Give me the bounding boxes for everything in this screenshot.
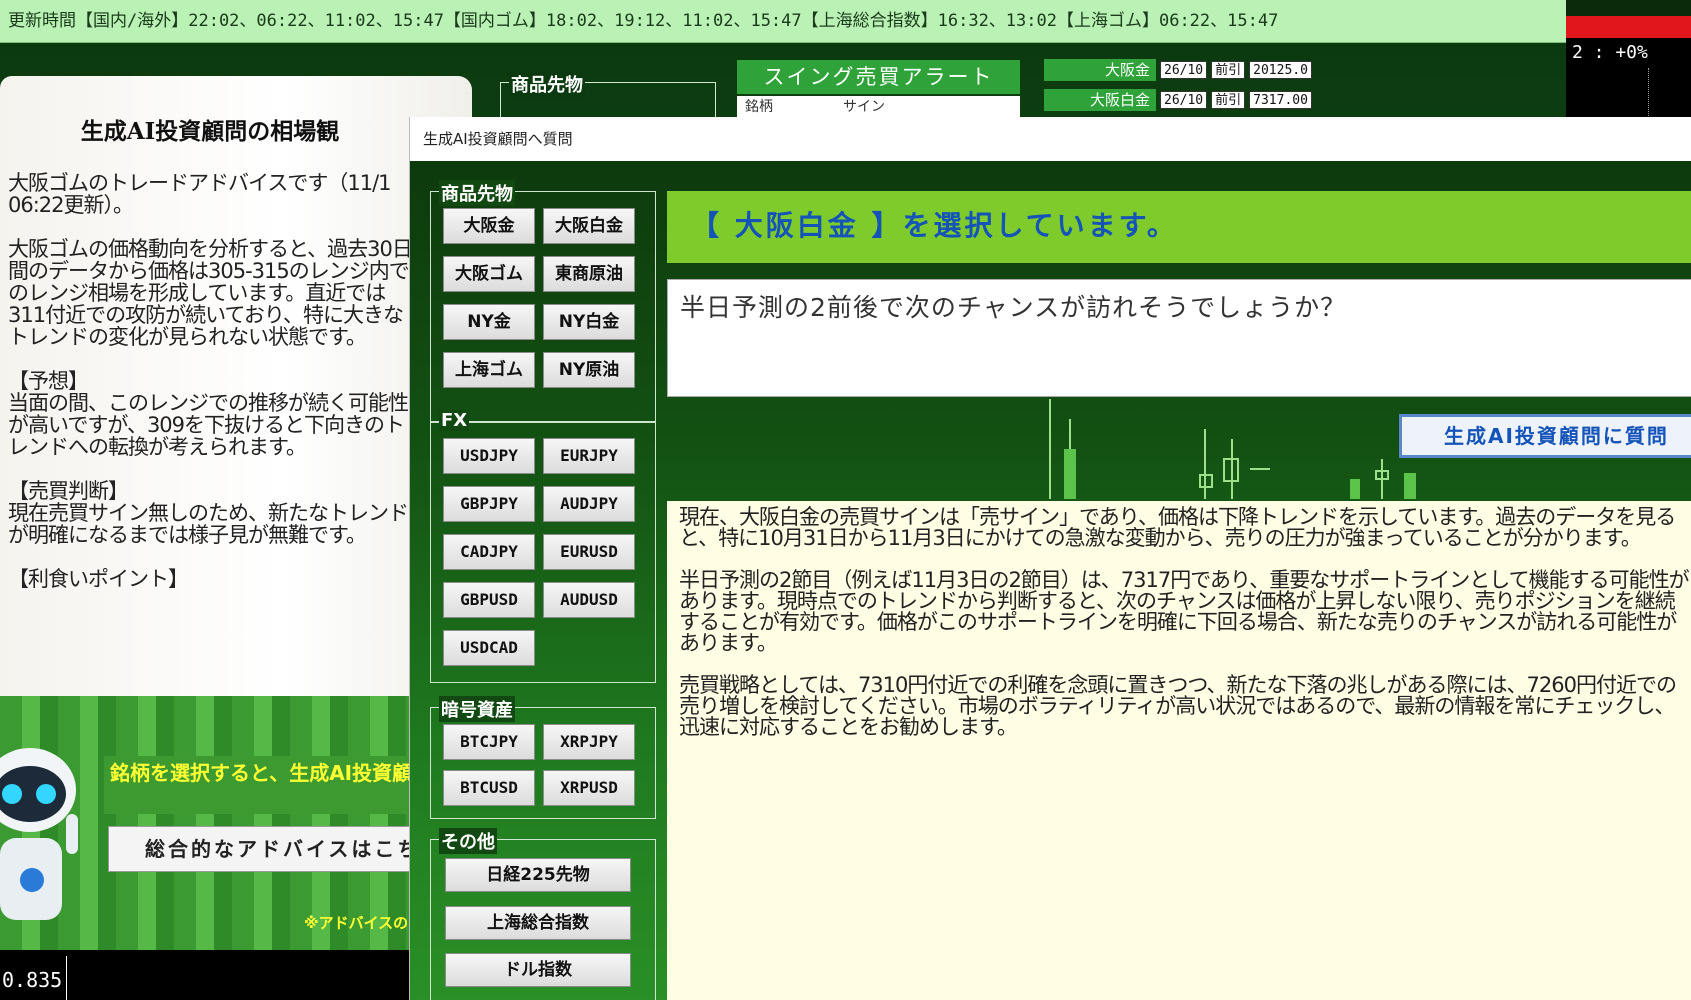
update-time-ticker: 更新時間【国内/海外】22:02、06:22、11:02、15:47【国内ゴム】… [0, 0, 1566, 43]
btn-usdcad[interactable]: USDCAD [443, 630, 535, 666]
quote-month: 26/10 [1160, 61, 1208, 79]
swing-alert-header[interactable]: スイング売買アラート [737, 60, 1020, 94]
bg-group-label: 商品先物 [509, 71, 585, 97]
robot-mascot-icon [0, 748, 78, 920]
btn-ny-platinum[interactable]: NY白金 [543, 304, 635, 340]
right-mini-value: 2 : +0% [1572, 42, 1648, 63]
select-instrument-message: 銘柄を選択すると、生成AI投資顧問からのアドバイスが表示されます。 [104, 756, 412, 814]
btn-audjpy[interactable]: AUDJPY [543, 486, 635, 522]
market-view-title: 生成AI投資顧問の相場観 [80, 118, 340, 145]
quote-row-osaka-platinum: 大阪白金 26/10 前引 7317.00 [1044, 89, 1312, 111]
answer-text: 現在、大阪白金の売買サインは「売サイン」であり、価格は下降トレンドを示しています… [679, 505, 1690, 739]
ask-advisor-button[interactable]: 生成AI投資顧問に質問 [1399, 414, 1691, 458]
other-group: その他 日経225先物 上海総合指数 ドル指数 [430, 828, 656, 1000]
btn-gbpusd[interactable]: GBPUSD [443, 582, 535, 618]
advice-note: ※アドバイスの [304, 914, 409, 932]
quote-name: 大阪金 [1044, 59, 1156, 81]
quote-name: 大阪白金 [1044, 89, 1156, 111]
bottom-chart: 0.835 [0, 950, 412, 1000]
quote-price: 20125.0 [1249, 61, 1312, 79]
btn-btcusd[interactable]: BTCUSD [443, 770, 535, 806]
btn-usdjpy[interactable]: USDJPY [443, 438, 535, 474]
btn-osaka-platinum[interactable]: 大阪白金 [543, 208, 635, 244]
btn-cadjpy[interactable]: CADJPY [443, 534, 535, 570]
quote-tag: 前引 [1211, 61, 1246, 79]
quote-month: 26/10 [1160, 91, 1208, 109]
btn-btcjpy[interactable]: BTCJPY [443, 724, 535, 760]
overall-advice-button[interactable]: 総合的なアドバイスはこちら [108, 826, 412, 872]
app-root: 更新時間【国内/海外】22:02、06:22、11:02、15:47【国内ゴム】… [0, 0, 1691, 1000]
btn-gbpjpy[interactable]: GBPJPY [443, 486, 535, 522]
fx-group-label: FX [439, 410, 470, 431]
quote-price: 7317.00 [1249, 91, 1312, 109]
chart-axis-value: 0.835 [2, 968, 63, 992]
answer-panel: 現在、大阪白金の売買サインは「売サイン」であり、価格は下降トレンドを示しています… [667, 501, 1691, 1000]
chart-gridline [1648, 68, 1649, 118]
dialog-title: 生成AI投資顧問へ質問 [410, 117, 1691, 161]
commodity-group-label: 商品先物 [439, 180, 515, 206]
selected-instrument-banner: 【 大阪白金 】を選択しています。 [667, 191, 1691, 263]
quote-row-osaka-gold: 大阪金 26/10 前引 20125.0 [1044, 59, 1312, 81]
btn-ny-crude[interactable]: NY原油 [543, 352, 635, 388]
other-group-label: その他 [439, 828, 497, 854]
btn-ny-gold[interactable]: NY金 [443, 304, 535, 340]
crypto-group: 暗号資産 BTCJPY XRPJPY BTCUSD XRPUSD [430, 696, 656, 819]
market-view-text: 大阪ゴムのトレードアドバイスです（11/1 06:22更新）。 大阪ゴムの価格動… [8, 171, 413, 591]
btn-tocom-crude[interactable]: 東商原油 [543, 256, 635, 292]
btn-osaka-gold[interactable]: 大阪金 [443, 208, 535, 244]
btn-nikkei225-futures[interactable]: 日経225先物 [445, 858, 631, 892]
btn-xrpjpy[interactable]: XRPJPY [543, 724, 635, 760]
instrument-selector: 商品先物 大阪金 大阪白金 大阪ゴム 東商原油 NY金 NY白金 上海ゴム NY… [410, 161, 660, 1000]
quote-tag: 前引 [1211, 91, 1246, 109]
btn-shanghai-composite[interactable]: 上海総合指数 [445, 906, 631, 940]
commodity-group: 商品先物 大阪金 大阪白金 大阪ゴム 東商原油 NY金 NY白金 上海ゴム NY… [430, 180, 656, 423]
chart-axis-line [66, 956, 67, 1000]
dialog-body: 商品先物 大阪金 大阪白金 大阪ゴム 東商原油 NY金 NY白金 上海ゴム NY… [410, 161, 1691, 1000]
btn-eurjpy[interactable]: EURJPY [543, 438, 635, 474]
question-input[interactable]: 半日予測の2前後で次のチャンスが訪れそうでしょうか？ [667, 279, 1691, 397]
ask-advisor-dialog: 生成AI投資顧問へ質問 商品先物 大阪金 大阪白金 大阪ゴム 東商原油 NY金 … [409, 117, 1691, 1000]
right-mini-chart: 2 : +0% [1566, 38, 1691, 118]
market-view-panel: 生成AI投資顧問の相場観 大阪ゴムのトレードアドバイスです（11/1 06:22… [0, 76, 472, 696]
fx-group: FX USDJPY EURJPY GBPJPY AUDJPY CADJPY EU… [430, 410, 656, 683]
crypto-group-label: 暗号資産 [439, 696, 515, 722]
alert-red-bar [1566, 16, 1691, 38]
btn-audusd[interactable]: AUDUSD [543, 582, 635, 618]
btn-eurusd[interactable]: EURUSD [543, 534, 635, 570]
btn-dollar-index[interactable]: ドル指数 [445, 953, 631, 987]
btn-osaka-rubber[interactable]: 大阪ゴム [443, 256, 535, 292]
btn-shanghai-rubber[interactable]: 上海ゴム [443, 352, 535, 388]
swing-alert-table-header: 銘柄 サイン [737, 96, 1020, 118]
btn-xrpusd[interactable]: XRPUSD [543, 770, 635, 806]
